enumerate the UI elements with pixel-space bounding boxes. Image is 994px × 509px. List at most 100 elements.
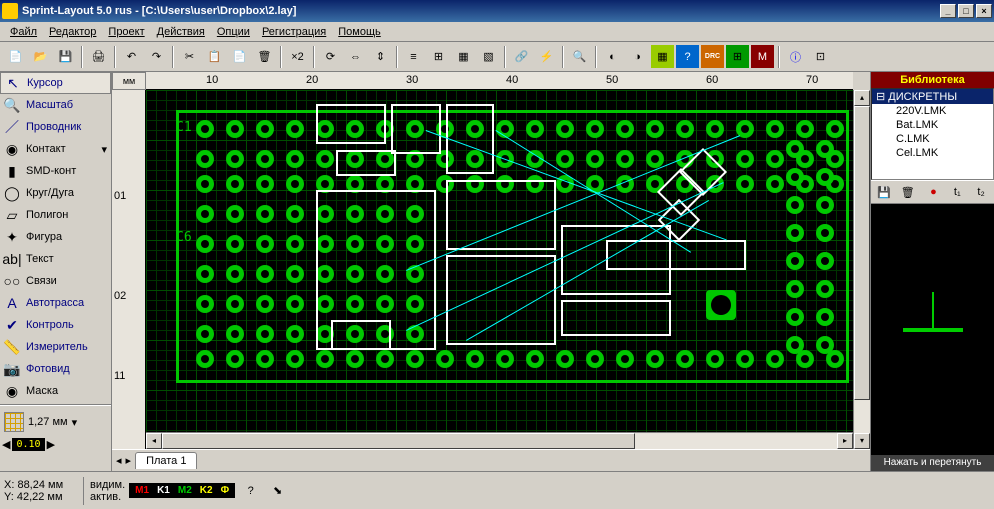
tab-next-icon[interactable]: ▸ bbox=[126, 454, 132, 467]
tool-auto[interactable]: AАвтотрасса bbox=[0, 292, 111, 314]
lib-t2-button[interactable]: t₂ bbox=[970, 181, 992, 204]
lib-item[interactable]: Cel.LMK bbox=[872, 146, 993, 160]
tool-smd[interactable]: ▮SMD-конт bbox=[0, 160, 111, 182]
menu-register[interactable]: Регистрация bbox=[256, 24, 332, 40]
tool-drc[interactable]: DRC bbox=[701, 45, 724, 68]
library-panel: Библиотека ⊟ ДИСКРЕТНЫ 220V.LMK Bat.LMK … bbox=[870, 72, 994, 471]
lib-item[interactable]: 220V.LMK bbox=[872, 104, 993, 118]
v-scrollbar[interactable]: ▴ ▾ bbox=[853, 90, 870, 449]
print-button[interactable]: 🖨 bbox=[87, 45, 110, 68]
maximize-button[interactable]: □ bbox=[958, 4, 974, 18]
coords: X: 88,24 мм Y: 42,22 мм bbox=[0, 477, 84, 505]
zoom-bar: ◀ 0.10 ▶ bbox=[0, 436, 111, 453]
circle-icon: ◯ bbox=[4, 185, 20, 201]
scroll-left-button[interactable]: ◂ bbox=[146, 433, 162, 449]
auto-button[interactable]: ⚡ bbox=[535, 45, 558, 68]
status-tool-button[interactable]: ⬊ bbox=[266, 479, 289, 502]
lib-t1-button[interactable]: t₁ bbox=[946, 181, 968, 204]
rotate-button[interactable]: ⟳ bbox=[319, 45, 342, 68]
menu-options[interactable]: Опции bbox=[211, 24, 256, 40]
tool-text[interactable]: ab|Текст bbox=[0, 248, 111, 270]
layer-strip[interactable]: M1 K1 M2 K2 Ф bbox=[129, 483, 235, 498]
h-scrollbar[interactable]: ◂ ▸ bbox=[146, 432, 853, 449]
lib-item[interactable]: Bat.LMK bbox=[872, 118, 993, 132]
mirror-v-button[interactable]: ⇕ bbox=[369, 45, 392, 68]
ungroup-button[interactable]: ▧ bbox=[477, 45, 500, 68]
smd-icon: ▮ bbox=[4, 163, 20, 179]
menu-file[interactable]: Файл bbox=[4, 24, 43, 40]
main-toolbar: 📄 📂 💾 🖨 ↶ ↷ ✂ 📋 📄 🗑 ×2 ⟳ ⇔ ⇕ ≡ ⊞ ▦ ▧ 🔗 ⚡… bbox=[0, 42, 994, 72]
tool-a[interactable]: ▦ bbox=[651, 45, 674, 68]
delete-button[interactable]: 🗑 bbox=[253, 45, 276, 68]
ruler-unit: мм bbox=[112, 72, 146, 90]
close-button[interactable]: × bbox=[976, 4, 992, 18]
pcb-canvas[interactable]: C1 C6 bbox=[146, 90, 853, 432]
zoom-button[interactable]: 🔍 bbox=[568, 45, 591, 68]
tool-c[interactable]: ⊞ bbox=[726, 45, 749, 68]
tool-meas[interactable]: 📏Измеритель bbox=[0, 336, 111, 358]
lib-item[interactable]: C.LMK bbox=[872, 132, 993, 146]
tool-pad[interactable]: ◉Контакт▾ bbox=[0, 138, 111, 160]
group-button[interactable]: ▦ bbox=[452, 45, 475, 68]
tool-cursor[interactable]: ↖Курсор bbox=[0, 72, 111, 94]
dup-button[interactable]: ×2 bbox=[286, 45, 309, 68]
library-toolbar: 💾 🗑 ● t₁ t₂ bbox=[871, 180, 994, 204]
tool-mask[interactable]: ◉Маска bbox=[0, 380, 111, 402]
info-button[interactable]: ⓘ bbox=[784, 45, 807, 68]
tool-track[interactable]: ／Проводник bbox=[0, 116, 111, 138]
tool-circle[interactable]: ◯Круг/Дуга bbox=[0, 182, 111, 204]
meas-icon: 📏 bbox=[4, 339, 20, 355]
menu-edit[interactable]: Редактор bbox=[43, 24, 102, 40]
check-icon: ✔ bbox=[4, 317, 20, 333]
canvas-area: мм 10 20 30 40 50 60 70 01 02 11 bbox=[112, 72, 870, 471]
copy-button[interactable]: 📋 bbox=[203, 45, 226, 68]
tree-button[interactable]: ⊡ bbox=[809, 45, 832, 68]
tool-b[interactable]: ? bbox=[676, 45, 699, 68]
tool-conn[interactable]: ○○Связи bbox=[0, 270, 111, 292]
status-help-button[interactable]: ? bbox=[239, 479, 262, 502]
menu-help[interactable]: Помощь bbox=[332, 24, 387, 40]
lib-rec-button[interactable]: ● bbox=[923, 181, 945, 204]
library-tree[interactable]: ⊟ ДИСКРЕТНЫ 220V.LMK Bat.LMK C.LMK Cel.L… bbox=[871, 88, 994, 180]
zoom-out-icon[interactable]: ◀ bbox=[2, 438, 10, 451]
tool-m[interactable]: M bbox=[751, 45, 774, 68]
grid-info[interactable]: 1,27 мм ▾ bbox=[0, 408, 111, 436]
snap-button[interactable]: ⊞ bbox=[427, 45, 450, 68]
scroll-right-button[interactable]: ▸ bbox=[837, 433, 853, 449]
shape-icon: ✦ bbox=[4, 229, 20, 245]
undo-button[interactable]: ↶ bbox=[120, 45, 143, 68]
preview-hint: Нажать и перетянуть bbox=[871, 455, 994, 471]
zoom-icon: 🔍 bbox=[4, 97, 20, 113]
lib-save-button[interactable]: 💾 bbox=[873, 181, 895, 204]
mask-icon: ◉ bbox=[4, 383, 20, 399]
paste-button[interactable]: 📄 bbox=[228, 45, 251, 68]
tab-board1[interactable]: Плата 1 bbox=[135, 452, 197, 469]
poly-icon: ▱ bbox=[4, 207, 20, 223]
left-tool-panel: ↖Курсор🔍Масштаб／Проводник◉Контакт▾▮SMD-к… bbox=[0, 72, 112, 471]
align-button[interactable]: ≡ bbox=[402, 45, 425, 68]
mirror-h-button[interactable]: ⇔ bbox=[344, 45, 367, 68]
v-ruler: 01 02 11 bbox=[112, 90, 146, 449]
tool-shape[interactable]: ✦Фигура bbox=[0, 226, 111, 248]
open-button[interactable]: 📂 bbox=[29, 45, 52, 68]
scroll-down-button[interactable]: ▾ bbox=[854, 433, 870, 449]
save-button[interactable]: 💾 bbox=[54, 45, 77, 68]
tool-photo[interactable]: 📷Фотовид bbox=[0, 358, 111, 380]
tool-check[interactable]: ✔Контроль bbox=[0, 314, 111, 336]
statusbar: X: 88,24 мм Y: 42,22 мм видим. актив. M1… bbox=[0, 471, 994, 509]
redo-button[interactable]: ↷ bbox=[145, 45, 168, 68]
tool-zoom[interactable]: 🔍Масштаб bbox=[0, 94, 111, 116]
menu-project[interactable]: Проект bbox=[102, 24, 150, 40]
new-button[interactable]: 📄 bbox=[4, 45, 27, 68]
tab-prev-icon[interactable]: ◂ bbox=[116, 454, 122, 467]
tool-poly[interactable]: ▱Полигон bbox=[0, 204, 111, 226]
conn-button[interactable]: 🔗 bbox=[510, 45, 533, 68]
cut-button[interactable]: ✂ bbox=[178, 45, 201, 68]
zoom-in-icon[interactable]: ▶ bbox=[47, 438, 55, 451]
layer2-button[interactable]: ◑ bbox=[626, 45, 649, 68]
minimize-button[interactable]: _ bbox=[940, 4, 956, 18]
lib-del-button[interactable]: 🗑 bbox=[897, 181, 919, 204]
scroll-up-button[interactable]: ▴ bbox=[854, 90, 870, 106]
layer1-button[interactable]: ◐ bbox=[601, 45, 624, 68]
menu-actions[interactable]: Действия bbox=[151, 24, 211, 40]
